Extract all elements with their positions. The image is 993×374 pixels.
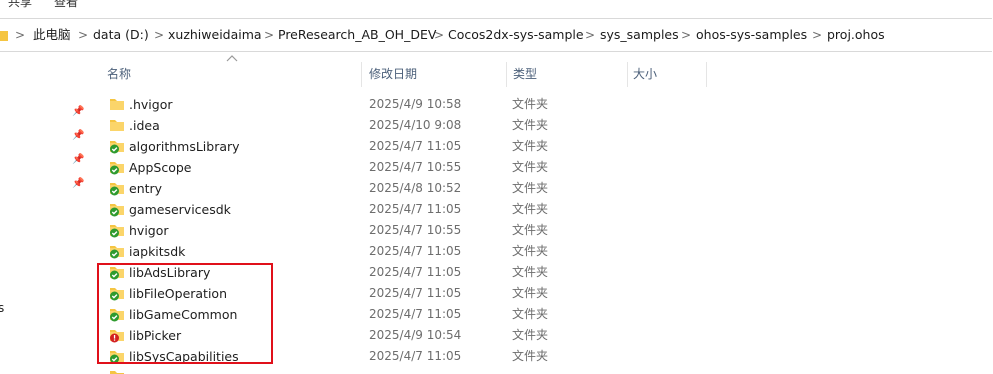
file-modified-date: 2025/4/7 11:05	[369, 307, 462, 321]
breadcrumb-ohos-sys-samples[interactable]: ohos-sys-samples	[696, 26, 807, 44]
ribbon-tab-view[interactable]: 查看	[54, 0, 78, 10]
address-bar[interactable]: > 此电脑 > data (D:) > xuzhiweidaima > PreR…	[0, 18, 992, 52]
column-divider[interactable]	[506, 62, 507, 87]
synced-folder-icon	[110, 204, 124, 217]
list-item[interactable]: .idea 2025/4/10 9:08 文件夹	[100, 115, 993, 136]
file-modified-date: 2025/4/7 11:05	[369, 286, 462, 300]
breadcrumb-sys-samples[interactable]: sys_samples	[600, 26, 679, 44]
breadcrumb-separator[interactable]: >	[812, 26, 822, 44]
file-modified-date: 2025/4/7 11:05	[369, 244, 462, 258]
list-item-partial[interactable]	[100, 366, 993, 374]
file-type: 文件夹	[512, 223, 549, 237]
breadcrumb-this-pc[interactable]: 此电脑	[33, 26, 71, 44]
file-modified-date: 2025/4/7 10:55	[369, 160, 462, 174]
column-divider[interactable]	[361, 62, 362, 87]
navigation-pane: 📌 📌 📌 📌 s	[0, 52, 96, 374]
list-item[interactable]: gameservicesdk 2025/4/7 11:05 文件夹	[100, 199, 993, 220]
ribbon-tab-share[interactable]: 共享	[8, 0, 32, 10]
file-type: 文件夹	[512, 118, 549, 132]
ribbon-tabs: 共享 查看	[0, 0, 993, 12]
file-modified-date: 2025/4/7 11:05	[369, 139, 462, 153]
file-modified-date: 2025/4/9 10:58	[369, 97, 462, 111]
file-type: 文件夹	[512, 307, 549, 321]
pin-icon[interactable]: 📌	[72, 178, 84, 190]
breadcrumb-preresearch[interactable]: PreResearch_AB_OH_DEV	[278, 26, 436, 44]
highlight-annotation-box	[97, 263, 273, 364]
file-type: 文件夹	[512, 97, 549, 111]
column-header-type[interactable]: 类型	[513, 62, 537, 87]
folder-icon	[110, 99, 124, 110]
synced-folder-icon	[110, 141, 124, 154]
breadcrumb-separator[interactable]: >	[585, 26, 595, 44]
breadcrumb-data-drive[interactable]: data (D:)	[93, 26, 149, 44]
file-type: 文件夹	[512, 349, 549, 363]
folder-icon	[110, 120, 124, 131]
file-type: 文件夹	[512, 244, 549, 258]
synced-folder-icon	[110, 246, 124, 259]
file-name: hvigor	[129, 223, 169, 238]
file-modified-date: 2025/4/7 11:05	[369, 202, 462, 216]
list-item[interactable]: AppScope 2025/4/7 10:55 文件夹	[100, 157, 993, 178]
file-type: 文件夹	[512, 286, 549, 300]
breadcrumb-separator[interactable]: >	[434, 26, 444, 44]
pin-icon[interactable]: 📌	[72, 154, 84, 166]
list-item[interactable]: hvigor 2025/4/7 10:55 文件夹	[100, 220, 993, 241]
pin-icon[interactable]: 📌	[72, 130, 84, 142]
file-modified-date: 2025/4/7 11:05	[369, 349, 462, 363]
folder-icon	[110, 371, 124, 374]
file-name: iapkitsdk	[129, 244, 186, 259]
breadcrumb-separator[interactable]: >	[154, 26, 164, 44]
file-modified-date: 2025/4/8 10:52	[369, 181, 462, 195]
column-divider[interactable]	[627, 62, 628, 87]
pin-icon[interactable]: 📌	[72, 106, 84, 118]
file-name: AppScope	[129, 160, 192, 175]
file-name: .idea	[129, 118, 160, 133]
sort-ascending-icon	[226, 54, 238, 64]
list-item[interactable]: entry 2025/4/8 10:52 文件夹	[100, 178, 993, 199]
file-name: .hvigor	[129, 97, 173, 112]
file-type: 文件夹	[512, 202, 549, 216]
synced-folder-icon	[110, 183, 124, 196]
column-divider[interactable]	[706, 62, 707, 87]
file-name: algorithmsLibrary	[129, 139, 240, 154]
file-type: 文件夹	[512, 139, 549, 153]
file-type: 文件夹	[512, 328, 549, 342]
column-header-modified[interactable]: 修改日期	[369, 62, 417, 87]
file-name: gameservicesdk	[129, 202, 231, 217]
breadcrumb-separator[interactable]: >	[78, 26, 88, 44]
file-modified-date: 2025/4/10 9:08	[369, 118, 462, 132]
file-name: entry	[129, 181, 163, 196]
file-type: 文件夹	[512, 181, 549, 195]
file-type: 文件夹	[512, 265, 549, 279]
folder-icon	[0, 31, 8, 41]
breadcrumb-xuzhiweidaima[interactable]: xuzhiweidaima	[168, 26, 262, 44]
synced-folder-icon	[110, 225, 124, 238]
list-item[interactable]: algorithmsLibrary 2025/4/7 11:05 文件夹	[100, 136, 993, 157]
breadcrumb-separator[interactable]: >	[681, 26, 691, 44]
synced-folder-icon	[110, 162, 124, 175]
column-header-name[interactable]: 名称	[107, 62, 131, 87]
list-item[interactable]: .hvigor 2025/4/9 10:58 文件夹	[100, 94, 993, 115]
file-modified-date: 2025/4/7 11:05	[369, 265, 462, 279]
list-item[interactable]: iapkitsdk 2025/4/7 11:05 文件夹	[100, 241, 993, 262]
breadcrumb-proj-ohos[interactable]: proj.ohos	[827, 26, 885, 44]
nav-item-label[interactable]: s	[0, 301, 4, 315]
file-modified-date: 2025/4/7 10:55	[369, 223, 462, 237]
breadcrumb-cocos2dx[interactable]: Cocos2dx-sys-sample	[448, 26, 584, 44]
breadcrumb-separator[interactable]: >	[264, 26, 274, 44]
breadcrumb-separator[interactable]: >	[15, 26, 25, 44]
file-modified-date: 2025/4/9 10:54	[369, 328, 462, 342]
file-type: 文件夹	[512, 160, 549, 174]
column-header-size[interactable]: 大小	[633, 62, 657, 87]
